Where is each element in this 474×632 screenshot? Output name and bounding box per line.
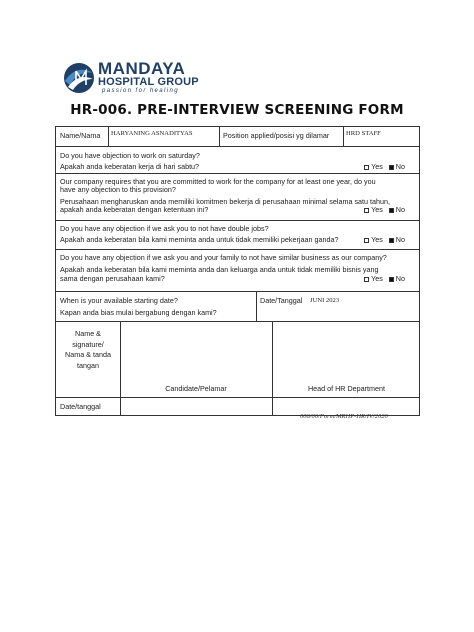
start-date-row: When is your available starting date? Ka… xyxy=(56,292,419,322)
question-row: Do you have any objection if we ask you … xyxy=(56,250,419,292)
logo-group: HOSPITAL GROUP xyxy=(98,76,199,88)
date-label: Date/Tanggal xyxy=(260,296,303,305)
no-checkbox[interactable] xyxy=(388,276,394,282)
date-value[interactable]: JUNI 2023 xyxy=(310,296,339,305)
question-id-cont: sama dengan perusahaan kami? xyxy=(60,274,165,283)
date-bottom-label: Date/tanggal xyxy=(60,402,101,411)
logo-name: MANDAYA xyxy=(98,59,186,78)
answer-options: Yes No xyxy=(364,235,405,244)
question-row: Our company requires that you are commit… xyxy=(56,174,419,221)
form-code: 006/00/Form/MRHP-HR/IV/2020 xyxy=(300,413,388,420)
signature-row: Name & signature/ Nama & tanda tangan Ca… xyxy=(56,322,419,398)
position-value[interactable]: HRD STAFF xyxy=(346,129,381,138)
question-row: Do you have any objection if we ask you … xyxy=(56,221,419,250)
question-en: Do you have objection to work on saturda… xyxy=(60,151,200,160)
logo-emblem-icon xyxy=(64,63,94,93)
candidate-signature-label: Candidate/Pelamar xyxy=(165,384,227,393)
form-title: HR-006. PRE-INTERVIEW SCREENING FORM xyxy=(70,102,404,118)
question-en: Do you have any objection if we ask you … xyxy=(60,253,387,262)
yes-checkbox[interactable] xyxy=(364,164,370,170)
no-checkbox[interactable] xyxy=(388,207,394,213)
start-date-label-id: Kapan anda bias mulai bergabung dengan k… xyxy=(60,308,217,317)
name-position-row: Name/Nama HARYANING ASNADITYAS Position … xyxy=(56,127,419,147)
yes-checkbox[interactable] xyxy=(364,207,370,213)
start-date-label-en: When is your available starting date? xyxy=(60,296,178,305)
company-logo: MANDAYA HOSPITAL GROUP passion for heali… xyxy=(62,60,212,96)
yes-checkbox[interactable] xyxy=(364,276,370,282)
no-checkbox[interactable] xyxy=(388,237,394,243)
question-id-cont: apakah anda keberatan dengan ketentuan i… xyxy=(60,205,209,214)
head-hr-signature-label: Head of HR Department xyxy=(307,384,386,393)
question-id: Apakah anda keberatan bila kami meminta … xyxy=(60,265,379,274)
question-id: Apakah anda keberatan kerja di hari sabt… xyxy=(60,162,200,171)
screening-form: Name/Nama HARYANING ASNADITYAS Position … xyxy=(55,126,420,416)
position-label: Position applied/posisi yg dilamar xyxy=(223,131,330,140)
question-row: Do you have objection to work on saturda… xyxy=(56,147,419,174)
name-value[interactable]: HARYANING ASNADITYAS xyxy=(111,129,193,138)
signature-label: Name & signature/ Nama & tanda tangan xyxy=(65,329,111,370)
question-id: Apakah anda keberatan bila kami meminta … xyxy=(60,235,339,244)
question-en: Do you have any objection if we ask you … xyxy=(60,224,269,233)
no-checkbox[interactable] xyxy=(388,164,394,170)
yes-checkbox[interactable] xyxy=(364,237,370,243)
answer-options: Yes No xyxy=(364,274,405,283)
name-label: Name/Nama xyxy=(60,131,101,140)
answer-options: Yes No xyxy=(364,162,405,171)
question-en-cont: have any objection to this provision? xyxy=(60,185,176,194)
answer-options: Yes No xyxy=(364,205,405,214)
logo-tagline: passion for healing xyxy=(102,88,179,94)
